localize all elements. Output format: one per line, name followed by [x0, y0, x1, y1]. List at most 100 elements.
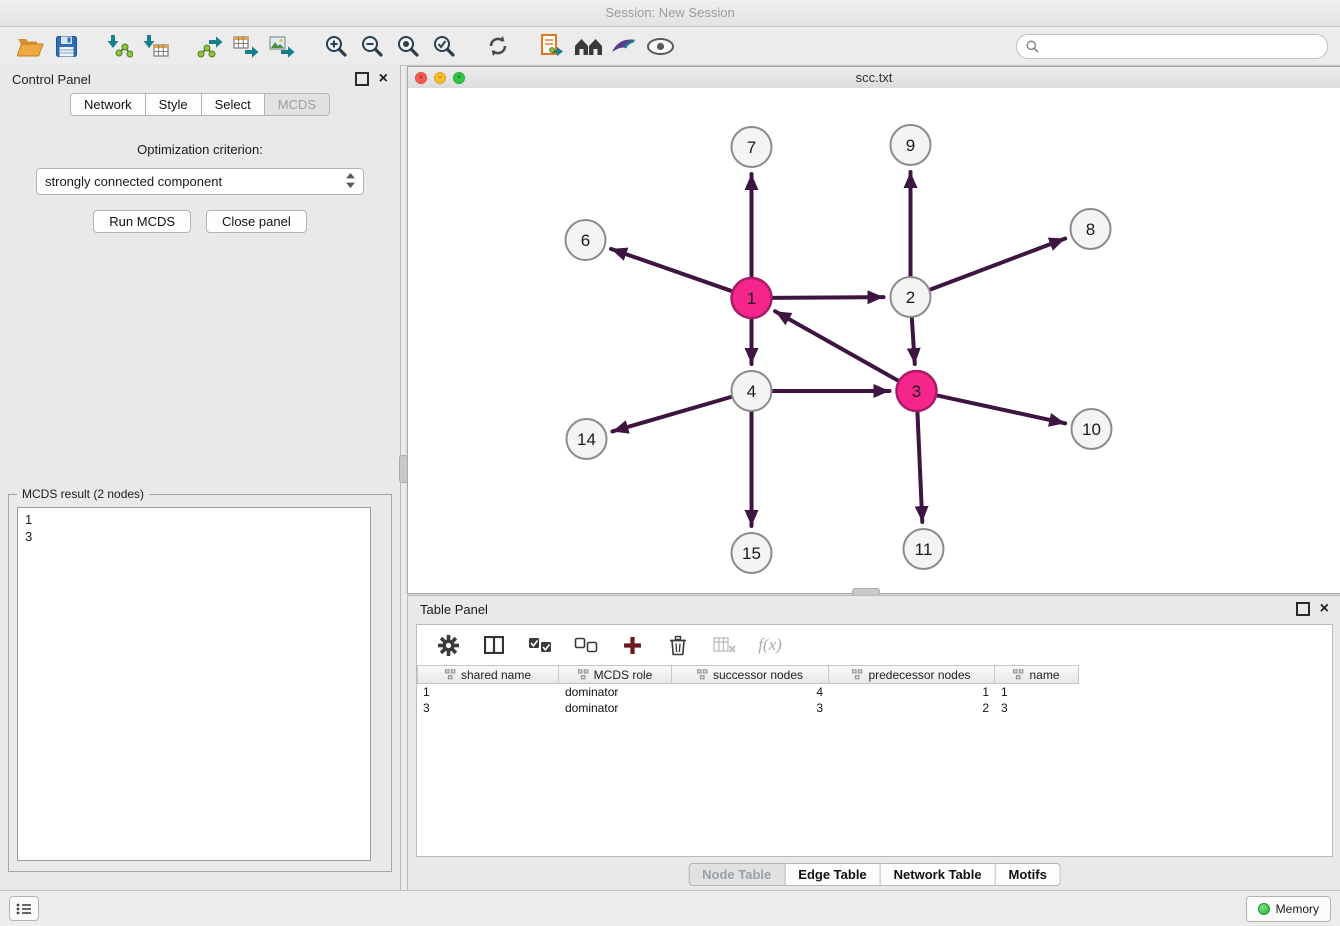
edge-4-14[interactable] [612, 397, 731, 432]
node-1[interactable]: 1 [732, 278, 772, 318]
save-icon [56, 36, 77, 57]
edge-2-3[interactable] [912, 318, 915, 364]
node-15[interactable]: 15 [732, 533, 772, 573]
show-columns-button[interactable] [481, 632, 507, 658]
close-table-panel-icon[interactable]: × [1320, 604, 1329, 614]
edge-1-2[interactable] [772, 297, 883, 298]
column-sort-icon [697, 669, 708, 680]
import-network-button[interactable] [102, 30, 138, 62]
network-canvas[interactable]: 7 9 6 8 1 2 4 3 14 10 15 11 [408, 88, 1340, 593]
tab-motifs[interactable]: Motifs [996, 863, 1061, 886]
search-box[interactable] [1016, 34, 1328, 59]
tab-style[interactable]: Style [146, 93, 202, 116]
task-history-button[interactable] [9, 896, 39, 921]
zoom-out-button[interactable] [354, 30, 390, 62]
column-header-successor-nodes[interactable]: successor nodes [672, 665, 829, 684]
criterion-select[interactable]: strongly connected component [36, 168, 364, 195]
zoom-in-button[interactable] [318, 30, 354, 62]
tab-mcds[interactable]: MCDS [265, 93, 330, 116]
export-image-icon [269, 34, 295, 58]
close-panel-button[interactable]: Close panel [206, 210, 307, 233]
edge-2-8[interactable] [930, 239, 1065, 290]
edge-3-1[interactable] [775, 311, 898, 380]
column-label: shared name [461, 668, 531, 682]
traffic-lights: × − + [415, 72, 465, 84]
create-column-button[interactable] [619, 632, 645, 658]
zoom-selected-button[interactable] [426, 30, 462, 62]
table-cell[interactable]: 3 [417, 700, 559, 716]
maximize-window-button[interactable]: + [453, 72, 465, 84]
table-settings-button[interactable] [435, 632, 461, 658]
table-cell[interactable]: 3 [995, 700, 1079, 716]
node-6[interactable]: 6 [566, 220, 606, 260]
delete-table-button[interactable] [711, 632, 737, 658]
column-header-MCDS-role[interactable]: MCDS role [559, 665, 672, 684]
open-session-button[interactable] [12, 30, 48, 62]
tab-node-table[interactable]: Node Table [688, 863, 785, 886]
table-panel-title: Table Panel [420, 602, 488, 617]
edge-1-6[interactable] [611, 249, 732, 291]
import-network-icon [107, 34, 133, 58]
edge-3-10[interactable] [937, 395, 1065, 423]
node-label: 9 [906, 136, 915, 155]
float-panel-icon[interactable] [355, 72, 369, 86]
table-cell[interactable]: 4 [672, 684, 829, 700]
column-header-name[interactable]: name [995, 665, 1079, 684]
node-3[interactable]: 3 [897, 371, 937, 411]
tab-edge-table[interactable]: Edge Table [785, 863, 880, 886]
node-label: 4 [747, 382, 756, 401]
node-label: 3 [912, 382, 921, 401]
node-2[interactable]: 2 [891, 277, 931, 317]
tab-select[interactable]: Select [202, 93, 265, 116]
delete-column-button[interactable] [665, 632, 691, 658]
function-builder-button[interactable]: f(x) [757, 632, 783, 658]
tab-network[interactable]: Network [70, 93, 146, 116]
table-cell[interactable]: 2 [829, 700, 995, 716]
select-all-button[interactable] [527, 632, 553, 658]
close-window-button[interactable]: × [415, 72, 427, 84]
home-button[interactable] [570, 30, 606, 62]
run-mcds-button[interactable]: Run MCDS [93, 210, 191, 233]
node-4[interactable]: 4 [732, 371, 772, 411]
zoom-fit-button[interactable] [390, 30, 426, 62]
vertical-splitter-handle[interactable] [399, 455, 408, 483]
tab-network-table[interactable]: Network Table [881, 863, 996, 886]
column-header-shared-name[interactable]: shared name [417, 665, 559, 684]
table-row[interactable]: 1dominator411 [417, 684, 1332, 700]
style-button[interactable] [606, 30, 642, 62]
minimize-window-button[interactable]: − [434, 72, 446, 84]
node-9[interactable]: 9 [891, 125, 931, 165]
network-view-window: × − + scc.txt 7968124314101511 [407, 66, 1340, 594]
table-cell[interactable]: 3 [672, 700, 829, 716]
table-cell[interactable]: 1 [829, 684, 995, 700]
memory-button[interactable]: Memory [1246, 896, 1331, 922]
float-table-panel-icon[interactable] [1296, 602, 1310, 616]
node-8[interactable]: 8 [1071, 209, 1111, 249]
edge-3-11[interactable] [917, 412, 922, 522]
table-cell[interactable]: 1 [995, 684, 1079, 700]
table-cell[interactable]: dominator [559, 700, 672, 716]
show-hide-button[interactable] [642, 30, 678, 62]
refresh-layout-button[interactable] [480, 30, 516, 62]
table-cell[interactable]: dominator [559, 684, 672, 700]
export-image-button[interactable] [264, 30, 300, 62]
table-cell[interactable]: 1 [417, 684, 559, 700]
node-14[interactable]: 14 [567, 419, 607, 459]
table-row[interactable]: 3dominator323 [417, 700, 1332, 716]
delete-table-icon [713, 637, 736, 653]
import-table-button[interactable] [138, 30, 174, 62]
deselect-all-button[interactable] [573, 632, 599, 658]
clone-network-button[interactable] [534, 30, 570, 62]
save-session-button[interactable] [48, 30, 84, 62]
node-7[interactable]: 7 [732, 127, 772, 167]
export-table-button[interactable] [228, 30, 264, 62]
column-header-predecessor-nodes[interactable]: predecessor nodes [829, 665, 995, 684]
node-11[interactable]: 11 [904, 529, 944, 569]
search-input[interactable] [1044, 38, 1318, 54]
table-panel-header: Table Panel × [408, 596, 1340, 622]
mcds-result-text[interactable]: 1 3 [17, 507, 371, 861]
node-10[interactable]: 10 [1072, 409, 1112, 449]
close-control-panel-icon[interactable]: × [379, 74, 388, 84]
main-toolbar [0, 27, 1340, 66]
export-network-button[interactable] [192, 30, 228, 62]
